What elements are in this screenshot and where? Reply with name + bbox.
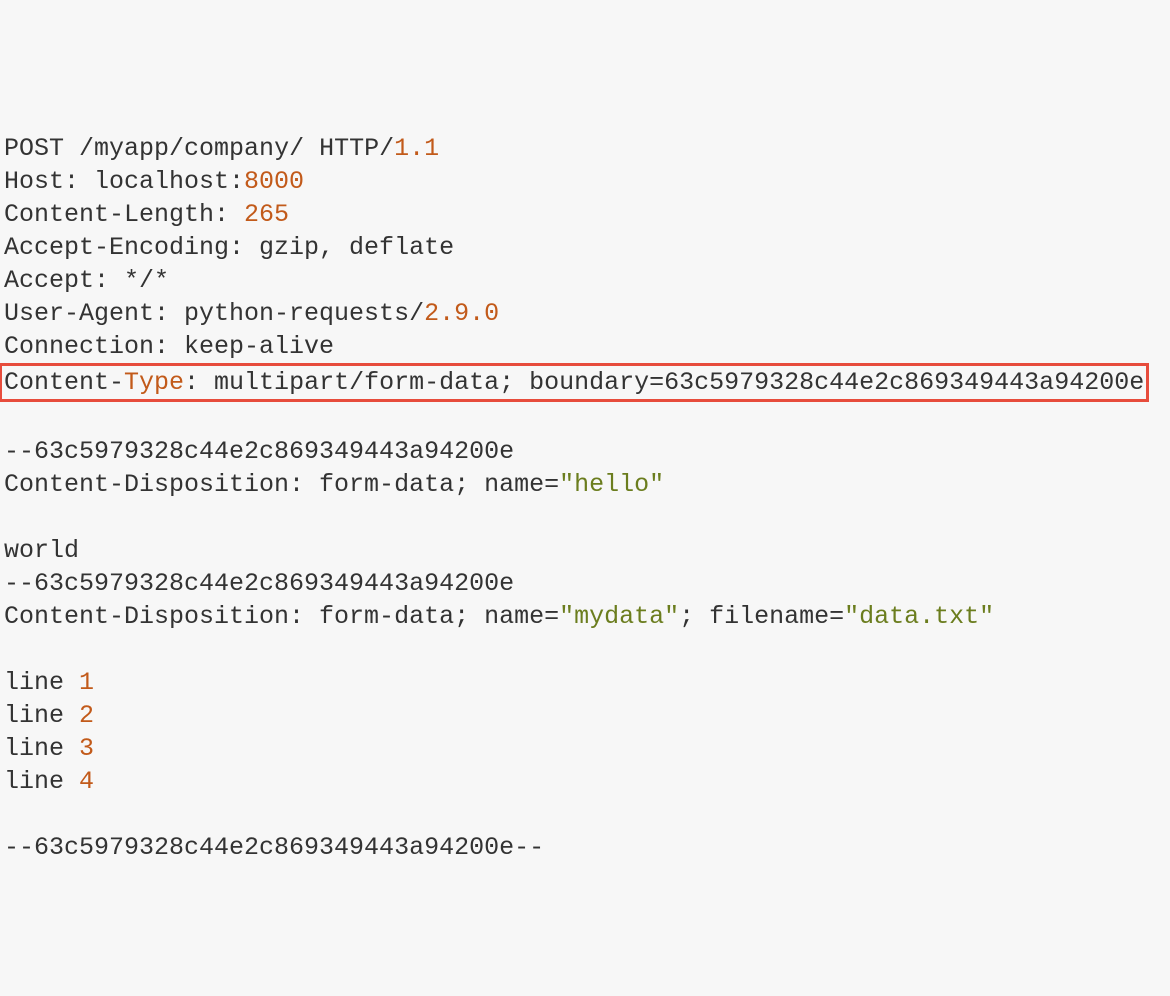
line-label-3: line (4, 734, 79, 763)
line-label-2: line (4, 701, 79, 730)
host-label: Host: (4, 167, 94, 196)
content-length-value: 265 (244, 200, 289, 229)
disposition-2: Content-Disposition: form-data; name="my… (4, 602, 994, 631)
content-type-rest: : multipart/form-data; boundary=63c59793… (184, 368, 1144, 397)
header-content-length: Content-Length: 265 (4, 200, 289, 229)
host-port: 8000 (244, 167, 304, 196)
header-content-type-highlight: Content-Type: multipart/form-data; bound… (0, 363, 1149, 402)
content-type-word: Type (124, 368, 184, 397)
header-accept-encoding: Accept-Encoding: gzip, deflate (4, 233, 454, 262)
file-line-4: line 4 (4, 767, 94, 796)
line-label-4: line (4, 767, 79, 796)
header-host: Host: localhost:8000 (4, 167, 304, 196)
line-number-1: 1 (79, 668, 94, 697)
request-path: /myapp/company/ (79, 134, 304, 163)
boundary-1: --63c5979328c44e2c869349443a94200e (4, 437, 514, 466)
header-user-agent: User-Agent: python-requests/2.9.0 (4, 299, 499, 328)
disposition-1-name: "hello" (559, 470, 664, 499)
request-line: POST /myapp/company/ HTTP/1.1 (4, 134, 439, 163)
http-label: HTTP/ (319, 134, 394, 163)
header-connection: Connection: keep-alive (4, 332, 334, 361)
line-number-4: 4 (79, 767, 94, 796)
boundary-end-partial: --63c5979328c44e2c869349443a94200e-- (4, 833, 544, 862)
disposition-1-prefix: Content-Disposition: form-data; name= (4, 470, 559, 499)
content-length-label: Content-Length: (4, 200, 244, 229)
line-number-2: 2 (79, 701, 94, 730)
disposition-2-prefix: Content-Disposition: form-data; name= (4, 602, 559, 631)
field-value-1: world (4, 536, 79, 565)
content-type-prefix: Content- (4, 368, 124, 397)
file-line-1: line 1 (4, 668, 94, 697)
user-agent-version: 2.9.0 (424, 299, 499, 328)
line-number-3: 3 (79, 734, 94, 763)
header-accept: Accept: */* (4, 266, 169, 295)
file-line-2: line 2 (4, 701, 94, 730)
file-line-3: line 3 (4, 734, 94, 763)
host-prefix: localhost: (94, 167, 244, 196)
disposition-1: Content-Disposition: form-data; name="he… (4, 470, 664, 499)
user-agent-prefix: User-Agent: python-requests/ (4, 299, 424, 328)
disposition-2-mid: ; filename= (679, 602, 844, 631)
http-version: 1.1 (394, 134, 439, 163)
disposition-2-filename: "data.txt" (844, 602, 994, 631)
boundary-2: --63c5979328c44e2c869349443a94200e (4, 569, 514, 598)
disposition-2-name: "mydata" (559, 602, 679, 631)
line-label-1: line (4, 668, 79, 697)
request-method: POST (4, 134, 64, 163)
